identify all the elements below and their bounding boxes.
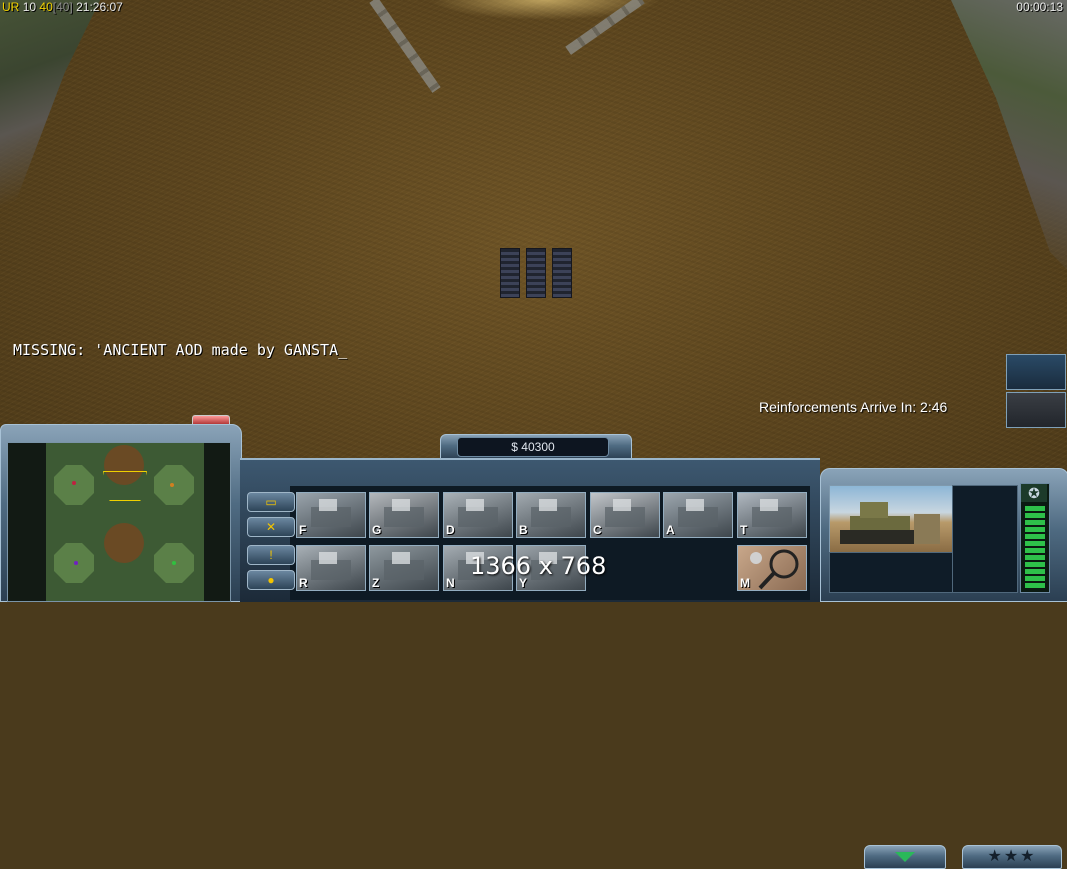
grid-line — [478, 94, 479, 290]
stats-readout: UR 10 40[40] 21:26:07 — [2, 0, 123, 14]
power-bar-segment — [1025, 583, 1045, 588]
clock-time: 21:26:07 — [76, 0, 123, 14]
chat-console-line: MISSING: 'ANCIENT AOD made by GANSTA_ — [13, 341, 348, 359]
grid-line — [335, 94, 352, 290]
build-button-f[interactable]: F — [296, 492, 366, 538]
game-timer: 00:00:13 — [1016, 0, 1063, 14]
resolution-watermark: 1366 x 768 — [470, 552, 607, 580]
hotkey-label: N — [446, 576, 455, 590]
grid-line — [422, 94, 428, 290]
stats-c: 40 — [39, 0, 53, 14]
minimap-terrain — [46, 443, 204, 601]
build-button-g[interactable]: G — [369, 492, 439, 538]
build-queue-slot[interactable] — [952, 485, 1018, 593]
exclamation-icon: ! — [269, 548, 273, 562]
hotkey-label: B — [519, 523, 528, 537]
idle-worker-button[interactable]: ✕ — [247, 517, 295, 537]
power-bar-segment — [1025, 520, 1045, 525]
minimap-base-tl — [54, 465, 94, 505]
minimap-unit — [72, 481, 76, 485]
power-bar-segment — [1025, 513, 1045, 518]
minimap-camera-frame — [103, 471, 147, 501]
power-bar-segment — [1025, 548, 1045, 553]
chat-button[interactable]: ● — [247, 570, 295, 590]
minimap[interactable] — [7, 442, 231, 602]
general-promotion-button[interactable]: ★★★ — [962, 845, 1062, 869]
collapse-bar-button[interactable] — [864, 845, 946, 869]
hotkey-label: G — [372, 523, 382, 537]
stats-d: [40] — [52, 0, 73, 14]
build-button-a[interactable]: A — [663, 492, 733, 538]
build-button-d[interactable]: D — [443, 492, 513, 538]
power-bar-segment — [1025, 527, 1045, 532]
build-button-b[interactable]: B — [516, 492, 586, 538]
vehicle-unit[interactable] — [496, 248, 580, 298]
stats-a: UR — [2, 0, 20, 14]
hotkey-label: M — [740, 576, 750, 590]
hotkey-label: F — [299, 523, 307, 537]
grid-line — [630, 94, 653, 290]
crossed-tools-icon: ✕ — [265, 520, 277, 534]
options-button[interactable]: ! — [247, 545, 295, 565]
build-button-z[interactable]: Z — [369, 545, 439, 591]
supply-zone-icon — [370, 546, 438, 590]
selected-unit-portrait[interactable] — [829, 485, 953, 553]
power-bar-segment — [1025, 506, 1045, 511]
build-button-r[interactable]: R — [296, 545, 366, 591]
power-bar-segment — [1025, 569, 1045, 574]
grid-svg — [255, 86, 686, 300]
grid-line — [364, 94, 377, 290]
stats-b: 10 — [22, 0, 37, 14]
grid-line — [306, 94, 326, 290]
money-display: $ 40300 — [457, 437, 609, 457]
power-bar-segment — [1025, 562, 1045, 567]
grid-line — [605, 94, 624, 290]
minimap-pad-bottom — [104, 523, 144, 563]
power-bar-segment — [1025, 534, 1045, 539]
select-building-button[interactable]: ▭ — [247, 492, 295, 512]
hotkey-label: D — [446, 523, 455, 537]
power-bar-segment — [1025, 541, 1045, 546]
minimap-unit — [74, 561, 78, 565]
hotkey-label: A — [666, 523, 675, 537]
unit-info-panel — [829, 552, 953, 593]
build-button-t[interactable]: T — [737, 492, 807, 538]
building-select-icon: ▭ — [265, 495, 277, 509]
rank-star-icon: ✪ — [1021, 484, 1047, 502]
satellite-power-button[interactable] — [1006, 354, 1066, 390]
build-button-c[interactable]: C — [590, 492, 660, 538]
glowing-grid-structure[interactable] — [255, 86, 686, 300]
power-bar-segment — [1025, 555, 1045, 560]
chat-bubble-icon: ● — [267, 573, 275, 587]
mine-detector-button[interactable]: M — [737, 545, 807, 591]
grid-line — [277, 94, 301, 290]
minimap-unit — [172, 561, 176, 565]
grid-line — [393, 94, 402, 290]
hotkey-label: Z — [372, 576, 380, 590]
power-bar-segment — [1025, 576, 1045, 581]
hotkey-label: R — [299, 576, 308, 590]
hotkey-label: C — [593, 523, 602, 537]
chevron-down-icon — [895, 852, 915, 862]
tower-building-icon — [738, 493, 806, 537]
grid-line — [580, 94, 595, 290]
minimap-unit — [170, 483, 174, 487]
grid-line — [451, 94, 453, 290]
factory-building-icon — [297, 493, 365, 537]
minimap-base-tr — [154, 465, 194, 505]
hotkey-label: T — [740, 523, 748, 537]
bulldozer-icon — [840, 502, 940, 544]
